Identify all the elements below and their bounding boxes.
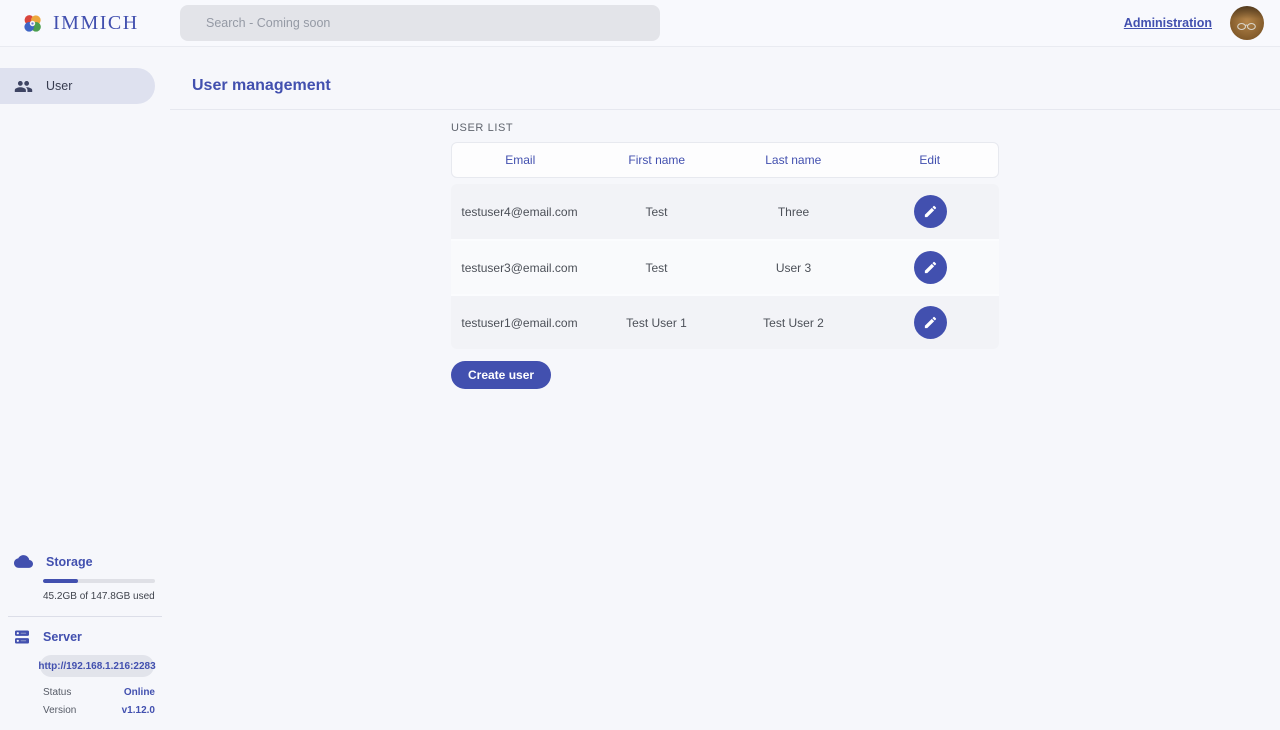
main-content: User management USER LIST Email First na… (170, 47, 1280, 730)
table-row: testuser4@email.com Test Three (451, 184, 999, 239)
server-url-badge: http://192.168.1.216:2283 (40, 655, 154, 677)
server-version-value: v1.12.0 (122, 705, 155, 716)
cell-last-name: Test User 2 (725, 316, 862, 330)
cell-email: testuser1@email.com (451, 316, 588, 330)
storage-title: Storage (46, 555, 93, 569)
table-header: Email First name Last name Edit (451, 142, 999, 178)
cell-first-name: Test (588, 261, 725, 275)
brand: IMMICH (20, 11, 139, 36)
sidebar: User Storage 45.2GB of 147.8GB used (0, 47, 170, 730)
storage-progress-fill (43, 579, 78, 583)
server-section: Server http://192.168.1.216:2283 Status … (0, 629, 170, 716)
cell-last-name: Three (725, 205, 862, 219)
cell-first-name: Test User 1 (588, 316, 725, 330)
glasses-icon (1236, 21, 1258, 32)
cell-email: testuser4@email.com (451, 205, 588, 219)
column-header-email: Email (452, 153, 589, 167)
table-body: testuser4@email.com Test Three testuser3… (451, 184, 999, 349)
user-list-label: USER LIST (451, 122, 999, 134)
server-status-value: Online (124, 687, 155, 698)
sidebar-bottom: Storage 45.2GB of 147.8GB used (0, 552, 170, 730)
user-group-icon (14, 77, 33, 96)
server-title: Server (43, 630, 82, 644)
edit-user-button[interactable] (914, 251, 947, 284)
sidebar-item-user[interactable]: User (0, 68, 155, 104)
cell-first-name: Test (588, 205, 725, 219)
server-icon (14, 629, 30, 645)
table-row: testuser3@email.com Test User 3 (451, 239, 999, 294)
cell-email: testuser3@email.com (451, 261, 588, 275)
edit-user-button[interactable] (914, 195, 947, 228)
brand-name: IMMICH (53, 12, 139, 35)
sidebar-divider (8, 616, 162, 617)
storage-section: Storage 45.2GB of 147.8GB used (0, 552, 170, 602)
column-header-last-name: Last name (725, 153, 862, 167)
immich-logo-icon (20, 11, 45, 36)
column-header-edit: Edit (862, 153, 999, 167)
administration-link[interactable]: Administration (1124, 16, 1212, 30)
avatar[interactable] (1230, 6, 1264, 40)
column-header-first-name: First name (589, 153, 726, 167)
search-input[interactable] (180, 5, 660, 41)
edit-user-button[interactable] (914, 306, 947, 339)
title-divider (170, 109, 1280, 110)
pencil-icon (923, 260, 938, 275)
cell-last-name: User 3 (725, 261, 862, 275)
storage-progress-bar (43, 579, 155, 583)
server-status-label: Status (43, 687, 71, 698)
cloud-icon (14, 552, 33, 571)
storage-usage-text: 45.2GB of 147.8GB used (43, 591, 170, 602)
table-row: testuser1@email.com Test User 1 Test Use… (451, 294, 999, 349)
create-user-button[interactable]: Create user (451, 361, 551, 389)
top-bar: IMMICH Administration (0, 0, 1280, 47)
server-version-label: Version (43, 705, 76, 716)
page-title: User management (170, 77, 1280, 95)
pencil-icon (923, 204, 938, 219)
sidebar-item-label: User (46, 79, 72, 93)
pencil-icon (923, 315, 938, 330)
